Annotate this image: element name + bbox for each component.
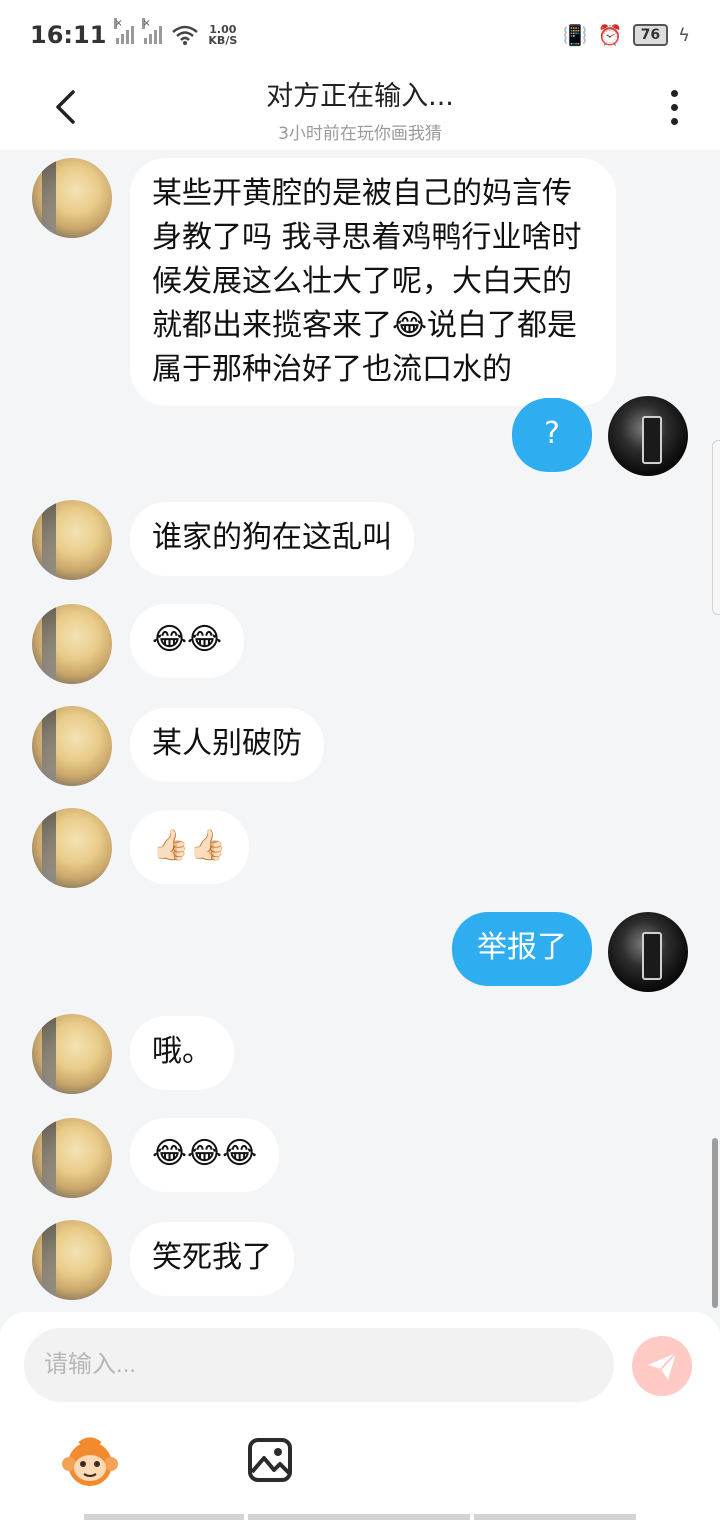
- charging-icon: ϟ: [678, 24, 690, 46]
- alarm-icon: ⏰: [597, 23, 623, 47]
- message-bubble[interactable]: 👍🏻👍🏻: [130, 810, 249, 884]
- page-title: 对方正在输入...: [266, 81, 454, 112]
- message-bubble[interactable]: 某些开黄腔的是被自己的妈言传身教了吗 我寻思着鸡鸭行业啥时候发展这么壮大了呢，大…: [130, 158, 616, 406]
- avatar[interactable]: [608, 912, 688, 992]
- scrollbar[interactable]: [712, 1138, 718, 1308]
- network-speed-unit: KB/S: [208, 34, 238, 47]
- bottom-divider: [84, 1514, 244, 1520]
- more-menu-button[interactable]: [654, 82, 694, 132]
- vibrate-icon: 📳: [562, 23, 588, 47]
- message-bubble[interactable]: 举报了: [452, 912, 592, 986]
- message-bubble[interactable]: 某人别破防: [130, 708, 324, 782]
- page-subtitle: 3小时前在玩你画我猜: [278, 124, 442, 144]
- status-right: 📳 ⏰ 76 ϟ: [563, 23, 690, 47]
- signal-icon: ×: [142, 18, 163, 44]
- avatar[interactable]: [32, 500, 112, 580]
- wifi-icon: [172, 25, 199, 45]
- message-bubble[interactable]: 谁家的狗在这乱叫: [130, 502, 414, 576]
- status-bar: 16:11 × × 1.00 KB/S 📳 ⏰ 76 ϟ: [0, 0, 720, 70]
- title-block: 对方正在输入... 3小时前在玩你画我猜: [160, 70, 560, 144]
- send-button[interactable]: [632, 1336, 692, 1396]
- avatar[interactable]: [32, 706, 112, 786]
- avatar[interactable]: [32, 808, 112, 888]
- monkey-face-icon[interactable]: [60, 1432, 120, 1492]
- status-left: 16:11 × × 1.00 KB/S: [30, 18, 237, 49]
- message-bubble[interactable]: 笑死我了: [130, 1222, 294, 1296]
- signal-icon: ×: [114, 18, 135, 44]
- message-bubble[interactable]: ?: [512, 398, 592, 472]
- chat-header: 对方正在输入... 3小时前在玩你画我猜: [0, 70, 720, 150]
- status-time: 16:11: [30, 21, 107, 49]
- message-bubble[interactable]: 哦。: [130, 1016, 234, 1090]
- chevron-left-icon: [56, 90, 75, 124]
- battery-indicator: 76: [632, 24, 669, 46]
- back-button[interactable]: [40, 82, 90, 132]
- message-bubble[interactable]: 😂😂: [130, 604, 245, 678]
- message-bubble[interactable]: 😂😂😂: [130, 1118, 280, 1192]
- more-vertical-icon: [670, 89, 678, 97]
- composer: [0, 1312, 720, 1520]
- avatar[interactable]: [608, 396, 688, 476]
- side-drawer-handle[interactable]: [712, 440, 720, 615]
- avatar[interactable]: [32, 604, 112, 684]
- avatar[interactable]: [32, 1014, 112, 1094]
- image-icon[interactable]: [240, 1430, 300, 1490]
- avatar[interactable]: [32, 158, 112, 238]
- message-input[interactable]: [24, 1328, 614, 1402]
- paper-plane-icon: [648, 1352, 677, 1380]
- avatar[interactable]: [32, 1220, 112, 1300]
- avatar[interactable]: [32, 1118, 112, 1198]
- bottom-divider: [248, 1514, 470, 1520]
- bottom-divider: [474, 1514, 636, 1520]
- network-speed: 1.00 KB/S: [208, 24, 237, 46]
